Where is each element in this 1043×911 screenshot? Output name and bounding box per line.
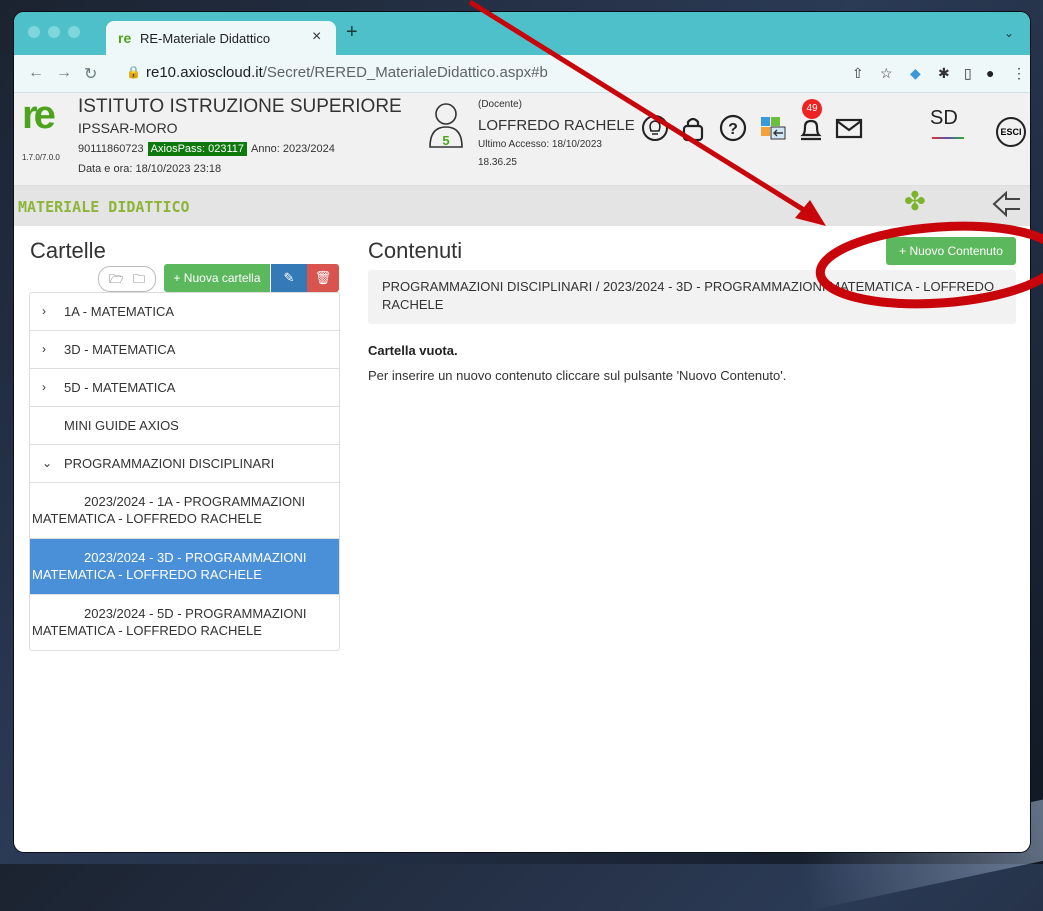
profile-avatar-icon[interactable]: ● bbox=[986, 65, 994, 81]
reload-icon[interactable]: ↻ bbox=[84, 64, 97, 84]
edit-folder-button[interactable]: ✎ bbox=[271, 264, 307, 292]
folder-tree: › 1A - MATEMATICA › 3D - MATEMATICA › 5D… bbox=[29, 292, 340, 651]
notification-count-badge: 49 bbox=[802, 99, 822, 119]
browser-toolbar: ← → ↻ 🔒 re10.axioscloud.it/Secret/RERED_… bbox=[14, 55, 1030, 93]
institute-code-line: 90111860723 AxiosPass: 023117 Anno: 2023/2… bbox=[78, 142, 335, 156]
folder-label: 1A - MATEMATICA bbox=[64, 304, 175, 319]
subfolder-label: 2023/2024 - 5D - PROGRAMMAZIONI MATEMATI… bbox=[32, 606, 307, 638]
folder-item-expanded[interactable]: ⌄ PROGRAMMAZIONI DISCIPLINARI bbox=[30, 445, 339, 483]
section-bar: MATERIALE DIDATTICO ✤ bbox=[14, 186, 1030, 226]
app-header: re 1.7.0/7.0.0 ISTITUTO ISTRUZIONE SUPER… bbox=[14, 93, 1030, 186]
tab-search-chevron-icon[interactable]: ⌄ bbox=[1004, 26, 1014, 40]
folder-label: 5D - MATEMATICA bbox=[64, 380, 176, 395]
chevron-right-icon[interactable]: › bbox=[42, 369, 46, 406]
new-tab-button[interactable]: + bbox=[346, 21, 358, 44]
puzzle-pieces-icon[interactable]: ✤ bbox=[904, 186, 926, 217]
extension-diamond-icon[interactable]: ◆ bbox=[910, 65, 921, 82]
subfolder-label: 2023/2024 - 1A - PROGRAMMAZIONI MATEMATI… bbox=[32, 494, 306, 526]
subfolder-item-selected[interactable]: 2023/2024 - 3D - PROGRAMMAZIONI MATEMATI… bbox=[30, 539, 339, 595]
sidebar-panel-icon[interactable]: ▯ bbox=[964, 65, 972, 82]
folder-label: MINI GUIDE AXIOS bbox=[64, 418, 179, 433]
switch-app-icon[interactable] bbox=[758, 113, 788, 143]
chevron-down-icon[interactable]: ⌄ bbox=[42, 445, 52, 482]
folder-item[interactable]: › 1A - MATEMATICA bbox=[30, 293, 339, 331]
avatar-number: 5 bbox=[442, 133, 449, 148]
delete-folder-button[interactable]: 🗑 bbox=[307, 264, 339, 292]
folder-label: PROGRAMMAZIONI DISCIPLINARI bbox=[64, 456, 275, 471]
svg-text:?: ? bbox=[728, 121, 738, 138]
subfolder-item[interactable]: 2023/2024 - 5D - PROGRAMMAZIONI MATEMATI… bbox=[30, 595, 339, 650]
re-favicon-icon: re bbox=[118, 30, 132, 46]
mail-envelope-icon[interactable] bbox=[834, 113, 864, 143]
subfolder-label: 2023/2024 - 3D - PROGRAMMAZIONI MATEMATI… bbox=[32, 550, 307, 582]
extensions-puzzle-icon[interactable]: ✱ bbox=[938, 65, 950, 82]
chevron-right-icon[interactable]: › bbox=[42, 331, 46, 368]
sd-logo-underline bbox=[932, 137, 964, 139]
new-folder-button[interactable]: + Nuova cartella bbox=[164, 264, 270, 292]
tab-close-icon[interactable]: × bbox=[312, 28, 321, 46]
lock-icon: 🔒 bbox=[126, 65, 141, 79]
folders-title: Cartelle bbox=[30, 238, 106, 263]
axios-pass-badge: AxiosPass: 023117 bbox=[147, 142, 248, 156]
back-arrow-icon[interactable]: ← bbox=[28, 64, 44, 82]
address-bar[interactable]: 🔒 re10.axioscloud.it/Secret/RERED_Materi… bbox=[112, 60, 832, 86]
section-title: MATERIALE DIDATTICO bbox=[18, 198, 190, 216]
subfolder-item[interactable]: 2023/2024 - 1A - PROGRAMMAZIONI MATEMATI… bbox=[30, 483, 339, 539]
institute-code: 90111860723 bbox=[78, 143, 144, 155]
app-version: 1.7.0/7.0.0 bbox=[22, 153, 60, 162]
new-content-button[interactable]: + Nuovo Contenuto bbox=[886, 237, 1016, 265]
window-close-dot[interactable] bbox=[28, 26, 40, 38]
contents-title: Contenuti bbox=[368, 238, 463, 263]
last-access-date: Ultimo Accesso: 18/10/2023 bbox=[478, 139, 602, 150]
folder-label: 3D - MATEMATICA bbox=[64, 342, 176, 357]
logout-button[interactable]: ESCI bbox=[996, 117, 1026, 147]
forward-arrow-icon[interactable]: → bbox=[56, 64, 72, 82]
lock-icon[interactable] bbox=[678, 113, 708, 143]
closed-folder-icon[interactable]: 🗀 bbox=[133, 270, 145, 291]
folder-item[interactable]: › 3D - MATEMATICA bbox=[30, 331, 339, 369]
last-access-time: 18.36.25 bbox=[478, 157, 517, 168]
institute-name: ISTITUTO ISTRUZIONE SUPERIORE bbox=[78, 96, 402, 117]
breadcrumb: PROGRAMMAZIONI DISCIPLINARI / 2023/2024 … bbox=[368, 270, 1016, 324]
user-name: LOFFREDO RACHELE bbox=[478, 117, 635, 134]
folder-item[interactable]: MINI GUIDE AXIOS bbox=[30, 407, 339, 445]
browser-window: re RE-Materiale Didattico × + ⌄ ← → ↻ 🔒 … bbox=[14, 12, 1030, 852]
re-logo: re bbox=[22, 93, 56, 137]
empty-folder-title: Cartella vuota. bbox=[368, 343, 458, 358]
institute-subname: IPSSAR-MORO bbox=[78, 120, 178, 136]
url-text: re10.axioscloud.it/Secret/RERED_Material… bbox=[146, 64, 548, 81]
current-datetime: Data e ora: 18/10/2023 23:18 bbox=[78, 163, 222, 175]
folder-view-toggle: 🗁 🗀 bbox=[98, 266, 156, 292]
window-zoom-dot[interactable] bbox=[68, 26, 80, 38]
user-avatar-icon: 5 bbox=[429, 103, 463, 148]
sd-logo[interactable]: SD bbox=[930, 107, 958, 130]
window-minimize-dot[interactable] bbox=[48, 26, 60, 38]
browser-tab[interactable]: re RE-Materiale Didattico × bbox=[106, 21, 336, 55]
back-arrow-outline-icon[interactable] bbox=[992, 190, 1022, 218]
empty-folder-message: Per inserire un nuovo contenuto cliccare… bbox=[368, 368, 787, 383]
open-folder-icon[interactable]: 🗁 bbox=[109, 270, 124, 291]
bookmark-star-icon[interactable]: ☆ bbox=[880, 65, 893, 82]
trash-icon: 🗑 bbox=[314, 270, 332, 285]
help-icon[interactable]: ? bbox=[718, 113, 748, 143]
school-year: Anno: 2023/2024 bbox=[251, 143, 335, 155]
tab-title: RE-Materiale Didattico bbox=[140, 31, 271, 46]
breadcrumb-path: PROGRAMMAZIONI DISCIPLINARI / 2023/2024 … bbox=[382, 279, 995, 312]
chevron-right-icon[interactable]: › bbox=[42, 293, 46, 330]
browser-menu-icon[interactable]: ⋮ bbox=[1012, 65, 1026, 82]
user-role: (Docente) bbox=[478, 99, 522, 110]
folder-item[interactable]: › 5D - MATEMATICA bbox=[30, 369, 339, 407]
browser-tab-bar: re RE-Materiale Didattico × + ⌄ bbox=[14, 12, 1030, 55]
edit-icon: ✎ bbox=[283, 270, 295, 285]
lightbulb-icon[interactable] bbox=[640, 113, 670, 143]
share-icon[interactable]: ⇧ bbox=[852, 65, 864, 82]
